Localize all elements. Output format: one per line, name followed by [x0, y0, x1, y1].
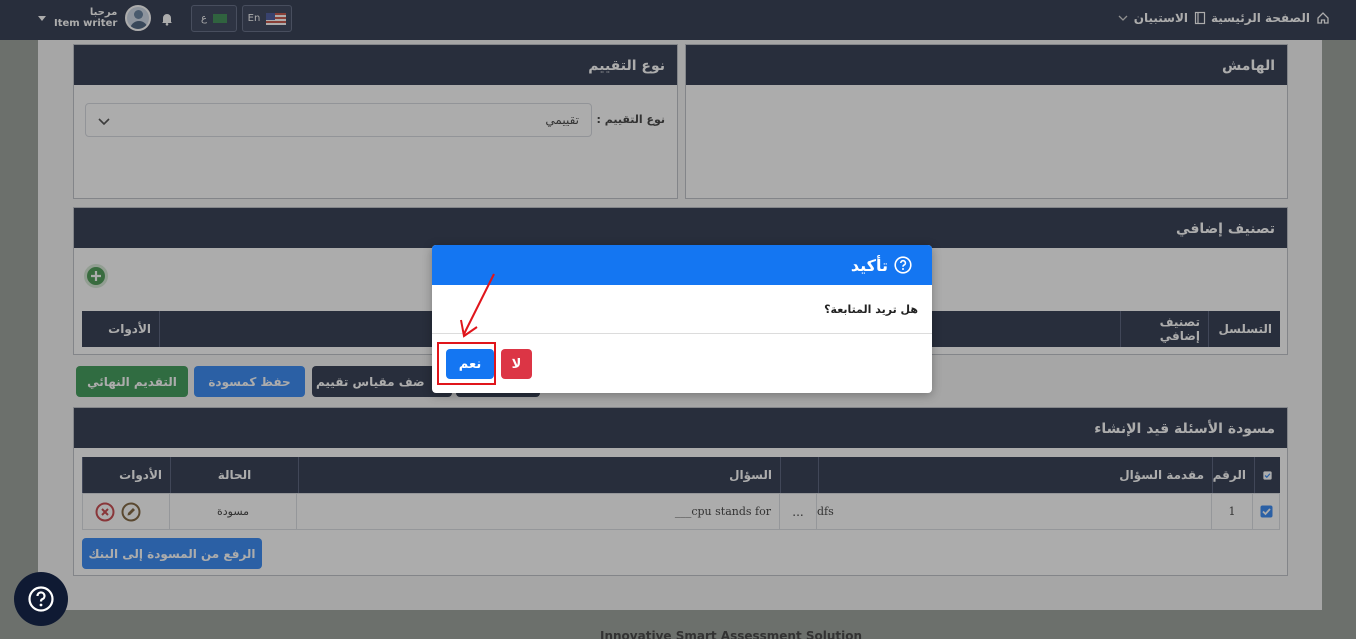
- confirm-dialog: تأكيد هل تريد المتابعة؟ نعم لا: [432, 245, 932, 393]
- confirm-dialog-message: هل تريد المتابعة؟: [432, 285, 932, 334]
- help-button[interactable]: [14, 572, 68, 626]
- question-circle-icon: [28, 586, 54, 612]
- confirm-dialog-header: تأكيد: [432, 245, 932, 285]
- annotation-arrow-icon: [460, 273, 495, 338]
- confirm-dialog-title: تأكيد: [850, 255, 888, 275]
- question-circle-icon: [894, 256, 912, 274]
- highlight-box: [437, 342, 496, 385]
- confirm-no-button[interactable]: لا: [501, 349, 532, 379]
